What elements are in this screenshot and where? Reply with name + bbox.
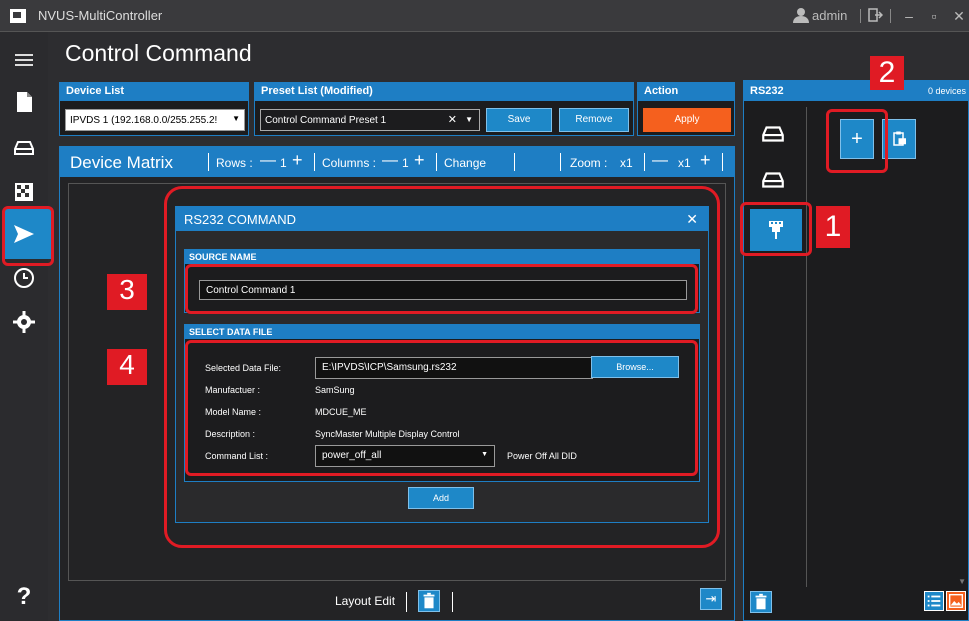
preset-list-value: Control Command Preset 1: [265, 115, 387, 126]
title-bar: NVUS-MultiController admin – ▫ ✕: [0, 0, 969, 32]
divider: [722, 153, 723, 171]
dialog-title: RS232 COMMAND: [184, 212, 296, 227]
rows-label: Rows :: [216, 156, 253, 170]
rows-decrease-button[interactable]: —: [260, 152, 276, 170]
action-panel: Action Apply: [637, 82, 735, 136]
annotation-label-1: 1: [816, 206, 850, 248]
preset-list-select[interactable]: Control Command Preset 1 ✕ ▼: [260, 109, 480, 131]
device-list-panel: Device List IPVDS 1 (192.168.0.0/255.255…: [59, 82, 249, 136]
divider: [314, 153, 315, 171]
preset-list-header: Preset List (Modified): [255, 83, 633, 101]
highlight-rs232-type: [740, 202, 812, 256]
image-view-icon: [949, 594, 963, 608]
list-view-icon: [927, 595, 941, 607]
rows-value: 1: [280, 156, 287, 170]
window-title: NVUS-MultiController: [38, 8, 163, 23]
device-list-header: Device List: [60, 83, 248, 101]
user-name[interactable]: admin: [812, 8, 847, 23]
matrix-footer: Layout Edit ⇥: [60, 580, 734, 620]
dialog-close-icon[interactable]: ✕: [686, 211, 698, 228]
device-count: 0 devices: [927, 86, 966, 96]
divider: [406, 592, 407, 612]
settings-gear-icon[interactable]: [4, 302, 44, 342]
dropdown-arrow-icon: ▼: [465, 115, 473, 124]
scroll-down-icon[interactable]: ▼: [958, 577, 966, 586]
dialog-header: RS232 COMMAND ✕: [176, 207, 708, 231]
user-icon: [793, 8, 809, 23]
zoom-value: x1: [620, 156, 633, 170]
columns-decrease-button[interactable]: —: [382, 152, 398, 170]
device-matrix-header: Device Matrix Rows : — 1 + Columns : — 1…: [60, 147, 734, 177]
device-type-icon[interactable]: [760, 167, 790, 193]
columns-value: 1: [402, 156, 409, 170]
zoom-decrease-button[interactable]: —: [652, 152, 668, 170]
rs232-panel-header: RS232 0 devices: [744, 81, 968, 101]
menu-icon[interactable]: [4, 40, 44, 80]
highlight-data-file: [185, 340, 698, 476]
device-list-value: IPVDS 1 (192.168.0.0/255.255.2!: [70, 115, 218, 126]
annotation-label-3: 3: [107, 274, 147, 310]
left-navigation-rail: ?: [0, 32, 52, 621]
columns-label: Columns :: [322, 156, 377, 170]
device-icon[interactable]: [4, 128, 44, 168]
preset-list-panel: Preset List (Modified) Control Command P…: [254, 82, 634, 136]
dropdown-arrow-icon: ▼: [232, 114, 240, 123]
divider: [452, 592, 453, 612]
maximize-icon[interactable]: ▫: [925, 7, 943, 25]
divider: [208, 153, 209, 171]
image-view-button[interactable]: [946, 591, 966, 611]
rs232-panel-title: RS232: [750, 85, 784, 97]
highlight-source-name: [185, 264, 698, 314]
page-title: Control Command: [65, 40, 252, 66]
add-button[interactable]: Add: [408, 487, 474, 509]
arrow-right-to-bar-icon: ⇥: [705, 591, 717, 606]
divider: [860, 9, 861, 23]
remove-button[interactable]: Remove: [559, 108, 629, 132]
help-icon[interactable]: ?: [4, 577, 44, 617]
save-button[interactable]: Save: [486, 108, 552, 132]
clear-icon[interactable]: ✕: [448, 113, 457, 126]
zoom-increase-button[interactable]: +: [700, 150, 711, 171]
collapse-panel-button[interactable]: ⇥: [700, 588, 722, 610]
apply-button[interactable]: Apply: [643, 108, 731, 132]
action-header: Action: [638, 83, 734, 101]
list-view-button[interactable]: [924, 591, 944, 611]
document-icon[interactable]: [4, 82, 44, 122]
highlight-add-device: [826, 109, 888, 173]
rows-increase-button[interactable]: +: [292, 150, 303, 171]
layout-edit-label: Layout Edit: [335, 594, 396, 608]
trash-icon: [755, 593, 767, 610]
divider: [514, 153, 515, 171]
delete-device-button[interactable]: [750, 591, 772, 613]
divider: [644, 153, 645, 171]
app-logo-icon: [10, 9, 26, 23]
divider: [806, 107, 807, 587]
highlight-nav-send: [2, 206, 54, 266]
device-type-icon[interactable]: [760, 121, 790, 147]
annotation-label-4: 4: [107, 349, 147, 385]
select-data-file-header: SELECT DATA FILE: [185, 325, 699, 339]
change-button[interactable]: Change: [444, 156, 486, 170]
clipboard-icon: [893, 131, 906, 146]
zoom-value-secondary: x1: [678, 156, 691, 170]
close-icon[interactable]: ✕: [950, 7, 968, 25]
minimize-icon[interactable]: –: [900, 7, 918, 25]
divider: [436, 153, 437, 171]
annotation-label-2: 2: [870, 56, 904, 90]
trash-icon: [423, 592, 435, 609]
zoom-label: Zoom :: [570, 156, 608, 170]
logout-icon[interactable]: [866, 7, 884, 25]
divider: [560, 153, 561, 171]
columns-increase-button[interactable]: +: [414, 150, 425, 171]
device-list-select[interactable]: IPVDS 1 (192.168.0.0/255.255.2! ▼: [65, 109, 245, 131]
source-name-header: SOURCE NAME: [185, 250, 699, 264]
divider: [890, 9, 891, 23]
device-matrix-title: Device Matrix: [70, 153, 173, 172]
delete-layout-button[interactable]: [418, 590, 440, 612]
